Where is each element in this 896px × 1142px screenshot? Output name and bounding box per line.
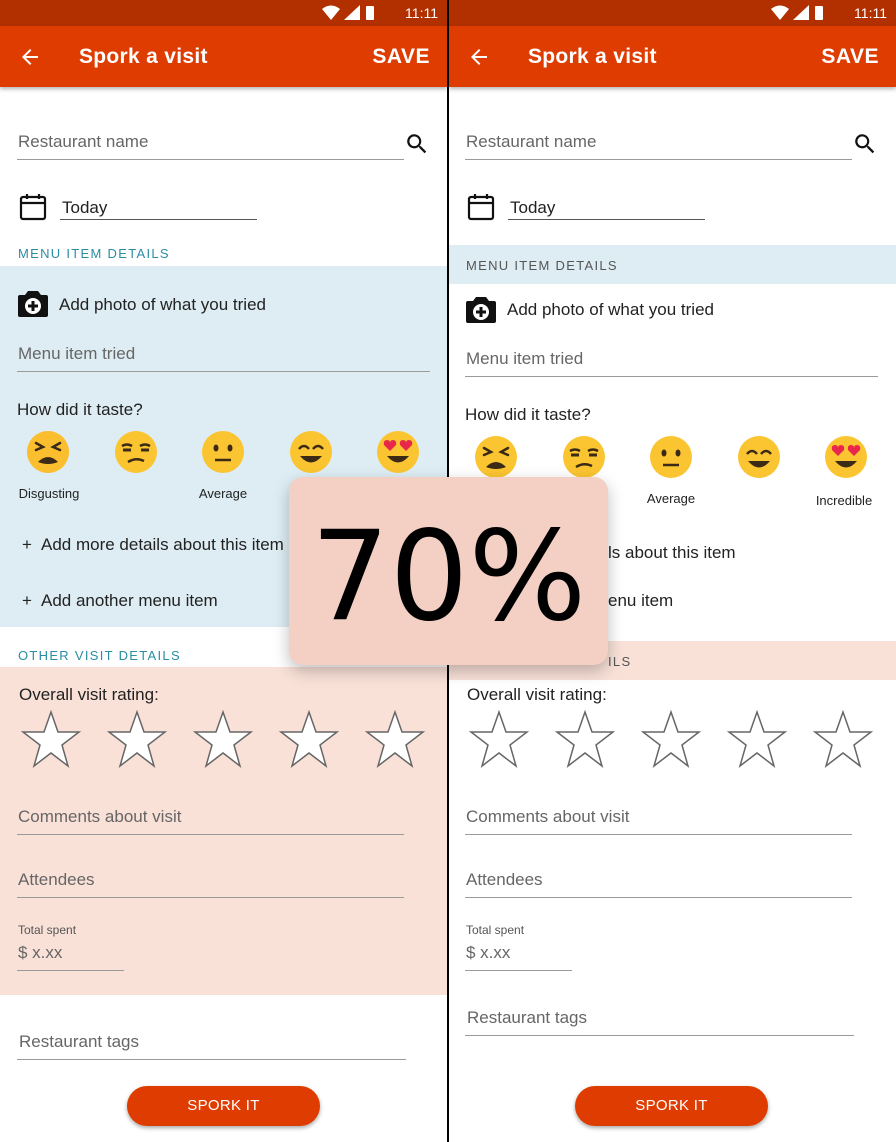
calendar-icon[interactable] [18,192,48,222]
attendees-underline [17,897,404,898]
progress-percentage: 70% [310,505,587,649]
spork-it-button[interactable]: SPORK IT [575,1086,768,1126]
star-outline-icon[interactable] [811,709,875,771]
status-time: 11:11 [405,5,438,21]
menu-item-underline [465,376,878,377]
back-arrow-icon[interactable] [18,45,42,69]
menu-item-input[interactable]: Menu item tried [466,349,583,369]
total-spent-label: Total spent [18,923,77,937]
comments-input[interactable]: Comments about visit [18,807,181,827]
add-details-button[interactable]: ls about this item [608,543,736,563]
taste-question: How did it taste? [17,400,143,419]
date-underline [60,219,257,220]
rating-label: Overall visit rating: [19,685,159,704]
add-photo-button[interactable]: Add photo of what you tried [507,300,714,320]
neutral-emoji-icon[interactable] [200,429,246,475]
tags-input[interactable]: Restaurant tags [467,1008,587,1028]
attendees-input[interactable]: Attendees [18,870,95,890]
save-button[interactable]: SAVE [372,45,430,69]
menu-item-input[interactable]: Menu item tried [18,344,135,364]
page-title: Spork a visit [79,45,208,68]
star-outline-icon[interactable] [725,709,789,771]
tags-input[interactable]: Restaurant tags [19,1032,139,1052]
status-time: 11:11 [854,5,887,21]
restaurant-name-input[interactable]: Restaurant name [466,132,596,152]
star-outline-icon[interactable] [363,709,427,771]
star-outline-icon[interactable] [191,709,255,771]
save-button[interactable]: SAVE [821,45,879,69]
emoji-label-incredible: Incredible [815,493,873,508]
total-spent-input[interactable]: $ x.xx [466,943,510,963]
star-outline-icon[interactable] [19,709,83,771]
add-another-menu-item-button[interactable]: Add another menu item [41,591,218,611]
add-another-menu-item-button[interactable]: enu item [608,591,673,611]
unamused-emoji-icon[interactable] [113,429,159,475]
star-outline-icon[interactable] [467,709,531,771]
comments-underline [17,834,404,835]
search-icon[interactable] [404,131,430,157]
star-outline-icon[interactable] [639,709,703,771]
attendees-input[interactable]: Attendees [466,870,543,890]
heart-eyes-emoji-icon[interactable] [375,429,421,475]
restaurant-name-input[interactable]: Restaurant name [18,132,148,152]
menu-section-header: MENU ITEM DETAILS [466,258,618,273]
signal-icon [344,5,360,20]
restaurant-name-underline [17,159,404,160]
add-photo-button[interactable]: Add photo of what you tried [59,295,266,315]
wifi-icon [322,5,340,20]
spork-it-button[interactable]: SPORK IT [127,1086,320,1126]
total-spent-underline [17,970,124,971]
disgusting-emoji-icon[interactable] [473,434,519,480]
page-title: Spork a visit [528,45,657,68]
date-field[interactable]: Today [510,198,555,218]
camera-add-icon[interactable] [464,295,498,325]
battery-icon [366,6,374,20]
back-arrow-icon[interactable] [467,45,491,69]
disgusting-emoji-icon[interactable] [25,429,71,475]
unamused-emoji-icon[interactable] [561,434,607,480]
plus-icon: + [22,591,32,610]
total-spent-label: Total spent [466,923,525,937]
progress-overlay: 70% [289,477,608,665]
taste-question: How did it taste? [465,405,591,424]
attendees-underline [465,897,852,898]
total-spent-underline [465,970,572,971]
star-outline-icon[interactable] [553,709,617,771]
comments-underline [465,834,852,835]
date-underline [508,219,705,220]
add-details-button[interactable]: Add more details about this item [41,535,284,555]
rating-label: Overall visit rating: [467,685,607,704]
status-icons [322,5,374,20]
star-outline-icon[interactable] [105,709,169,771]
camera-add-icon[interactable] [16,289,50,319]
app-bar: Spork a visit SAVE [449,26,896,87]
menu-section-header: MENU ITEM DETAILS [18,246,170,261]
status-icons [771,5,823,20]
wifi-icon [771,5,789,20]
smiling-emoji-icon[interactable] [288,429,334,475]
search-icon[interactable] [852,131,878,157]
signal-icon [793,5,809,20]
neutral-emoji-icon[interactable] [648,434,694,480]
calendar-icon[interactable] [466,192,496,222]
emoji-label-disgusting: Disgusting [18,486,80,501]
emoji-label-average: Average [646,491,696,506]
battery-icon [815,6,823,20]
smiling-emoji-icon[interactable] [736,434,782,480]
tags-underline [17,1059,406,1060]
other-section-header: ILS [608,654,632,669]
heart-eyes-emoji-icon[interactable] [823,434,869,480]
tags-underline [465,1035,854,1036]
app-bar: Spork a visit SAVE [0,26,447,87]
plus-icon: + [22,535,32,554]
status-bar: 11:11 [0,0,447,26]
status-bar: 11:11 [449,0,896,26]
menu-item-underline [17,371,430,372]
emoji-label-average: Average [198,486,248,501]
restaurant-name-underline [465,159,852,160]
total-spent-input[interactable]: $ x.xx [18,943,62,963]
date-field[interactable]: Today [62,198,107,218]
star-outline-icon[interactable] [277,709,341,771]
comments-input[interactable]: Comments about visit [466,807,629,827]
